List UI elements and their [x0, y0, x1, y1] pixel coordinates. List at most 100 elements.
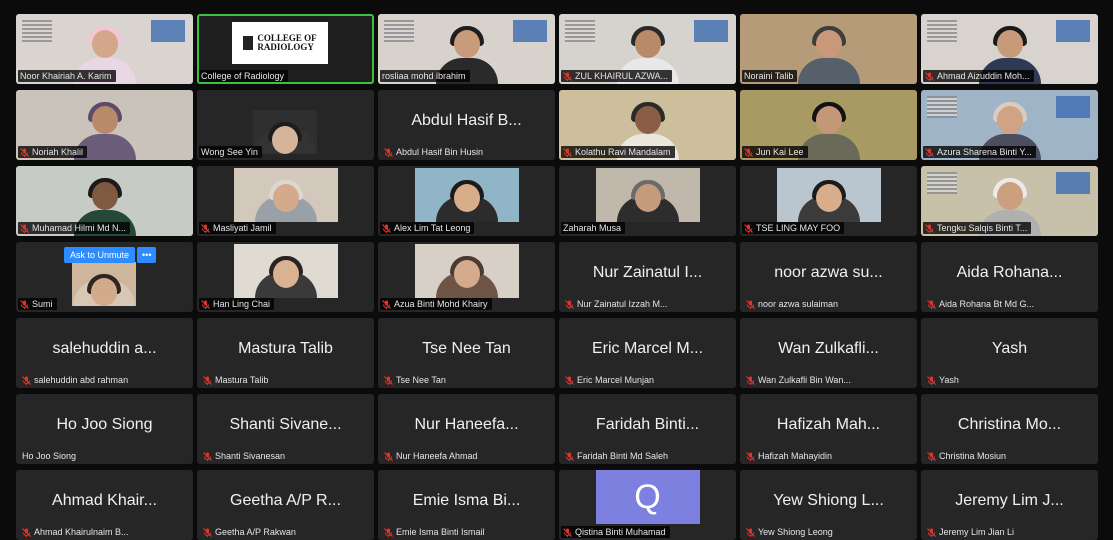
participant-display-name: Mastura Talib — [238, 340, 333, 357]
participant-name-label: ZUL KHAIRUL AZWA... — [561, 70, 673, 82]
participant-display-name: Emie Isma Bi... — [412, 492, 521, 509]
muted-mic-icon — [925, 147, 934, 157]
participant-name: Emie Isma Binti Ismail — [396, 527, 485, 537]
participant-tile-eric-marcel-munjan[interactable]: Eric Marcel M... Eric Marcel Munjan — [559, 318, 736, 388]
muted-mic-icon — [384, 147, 393, 157]
participant-name-label: Wan Zulkafli Bin Wan... — [744, 374, 855, 386]
participant-tile-muhamad-hilmi-md-n[interactable]: Muhamad Hilmi Md N... — [16, 166, 193, 236]
participant-name-label: Qistina Binti Muhamad — [561, 526, 670, 538]
participant-tile-zaharah-musa[interactable]: Zaharah Musa — [559, 166, 736, 236]
participant-name-label: Noor Khairiah A. Karim — [18, 70, 116, 82]
participant-name-label: Eric Marcel Munjan — [563, 374, 658, 386]
participant-display-name: Jeremy Lim J... — [955, 492, 1064, 509]
participant-name-label: Hafizah Mahayidin — [744, 450, 836, 462]
participant-tile-azua-binti-mohd-khairy[interactable]: Azua Binti Mohd Khairy — [378, 242, 555, 312]
participant-tile-han-ling-chai[interactable]: Han Ling Chai — [197, 242, 374, 312]
more-options-button[interactable]: ••• — [137, 247, 157, 263]
participant-tile-aida-rohana-bt-md-g[interactable]: Aida Rohana... Aida Rohana Bt Md G... — [921, 242, 1098, 312]
muted-mic-icon — [927, 299, 936, 309]
participant-name: Qistina Binti Muhamad — [575, 527, 666, 537]
participant-name-label: Azura Sharena Binti Y... — [923, 146, 1036, 158]
participant-tile-azura-sharena-binti-y[interactable]: Azura Sharena Binti Y... — [921, 90, 1098, 160]
participant-tile-noor-khairiah-a-karim[interactable]: Noor Khairiah A. Karim — [16, 14, 193, 84]
participant-tile-wong-see-yin[interactable]: Wong See Yin — [197, 90, 374, 160]
participant-tile-masliyati-jamil[interactable]: Masliyati Jamil — [197, 166, 374, 236]
participant-tile-shanti-sivanesan[interactable]: Shanti Sivane... Shanti Sivanesan — [197, 394, 374, 464]
crest-icon — [243, 36, 254, 50]
participant-tile-faridah-binti-md-saleh[interactable]: Faridah Binti... Faridah Binti Md Saleh — [559, 394, 736, 464]
muted-mic-icon — [22, 527, 31, 537]
participant-tile-jun-kai-lee[interactable]: Jun Kai Lee — [740, 90, 917, 160]
participant-tile-nur-haneefa-ahmad[interactable]: Nur Haneefa... Nur Haneefa Ahmad — [378, 394, 555, 464]
muted-mic-icon — [744, 223, 753, 233]
participant-tile-jeremy-lim-jian-li[interactable]: Jeremy Lim J... Jeremy Lim Jian Li — [921, 470, 1098, 540]
participant-tile-zul-khairul-azwa[interactable]: ZUL KHAIRUL AZWA... — [559, 14, 736, 84]
muted-mic-icon — [203, 375, 212, 385]
participant-tile-mastura-talib[interactable]: Mastura Talib Mastura Talib — [197, 318, 374, 388]
participant-name-label: TSE LING MAY FOO — [742, 222, 845, 234]
muted-mic-icon — [22, 375, 31, 385]
participant-name: Kolathu Ravi Mandalam — [575, 147, 671, 157]
participant-tile-ho-joo-siong[interactable]: Ho Joo Siong Ho Joo Siong — [16, 394, 193, 464]
participant-display-name: Geetha A/P R... — [230, 492, 341, 509]
participant-tile-college-of-radiology[interactable]: COLLEGE OF RADIOLOGY College of Radiology — [197, 14, 374, 84]
participant-tile-noor-azwa-sulaiman[interactable]: noor azwa su... noor azwa sulaiman — [740, 242, 917, 312]
participant-tile-tengku-salqis-binti-t[interactable]: Tengku Salqis Binti T... — [921, 166, 1098, 236]
participant-tile-tse-ling-may-foo[interactable]: TSE LING MAY FOO — [740, 166, 917, 236]
participant-tile-abdul-hasif-bin-husin[interactable]: Abdul Hasif B... Abdul Hasif Bin Husin — [378, 90, 555, 160]
participant-name: Yew Shiong Leong — [758, 527, 833, 537]
participant-tile-alex-lim-tat-leong[interactable]: Alex Lim Tat Leong — [378, 166, 555, 236]
event-banner-graphic — [927, 172, 957, 194]
participant-tile-hafizah-mahayidin[interactable]: Hafizah Mah... Hafizah Mahayidin — [740, 394, 917, 464]
participant-tile-qistina-binti-muhamad[interactable]: Q Qistina Binti Muhamad — [559, 470, 736, 540]
participant-video — [233, 168, 338, 222]
participant-tile-sumi[interactable]: Ask to Unmute ••• Sumi — [16, 242, 193, 312]
participant-tile-ahmad-khairulnaim-b[interactable]: Ahmad Khair... Ahmad Khairulnaim B... — [16, 470, 193, 540]
participant-tile-salehuddin-abd-rahman[interactable]: salehuddin a... salehuddin abd rahman — [16, 318, 193, 388]
participant-video — [595, 168, 700, 222]
event-banner-graphic — [1056, 172, 1090, 194]
muted-mic-icon — [746, 527, 755, 537]
participant-tile-geetha-a-p-rakwan[interactable]: Geetha A/P R... Geetha A/P Rakwan — [197, 470, 374, 540]
event-banner-graphic — [694, 20, 728, 42]
muted-mic-icon — [384, 375, 393, 385]
muted-mic-icon — [203, 527, 212, 537]
participant-tile-yew-shiong-leong[interactable]: Yew Shiong L... Yew Shiong Leong — [740, 470, 917, 540]
participant-display-name: Ahmad Khair... — [52, 492, 157, 509]
participant-name: rosliaa mohd ibrahim — [382, 71, 466, 81]
participant-video — [253, 110, 317, 154]
participant-name-label: Han Ling Chai — [199, 298, 275, 310]
participant-name-label: Faridah Binti Md Saleh — [563, 450, 672, 462]
participant-tile-rosliaa-mohd-ibrahim[interactable]: rosliaa mohd ibrahim — [378, 14, 555, 84]
participant-name-label: Tse Nee Tan — [382, 374, 450, 386]
participant-tile-kolathu-ravi-mandalam[interactable]: Kolathu Ravi Mandalam — [559, 90, 736, 160]
participant-tile-noraini-talib[interactable]: Noraini Talib — [740, 14, 917, 84]
participant-name: Tse Nee Tan — [396, 375, 446, 385]
participant-name-label: Geetha A/P Rakwan — [201, 526, 300, 538]
college-of-radiology-logo: COLLEGE OF RADIOLOGY — [232, 22, 328, 64]
participant-name-label: Emie Isma Binti Ismail — [382, 526, 489, 538]
muted-mic-icon — [382, 223, 391, 233]
participant-tile-tse-nee-tan[interactable]: Tse Nee Tan Tse Nee Tan — [378, 318, 555, 388]
ask-to-unmute-button[interactable]: Ask to Unmute — [64, 247, 136, 263]
participant-name-label: Alex Lim Tat Leong — [380, 222, 475, 234]
participant-name: Hafizah Mahayidin — [758, 451, 833, 461]
participant-name: Christina Mosiun — [939, 451, 1007, 461]
participant-tile-yash[interactable]: Yash Yash — [921, 318, 1098, 388]
participant-display-name: salehuddin a... — [52, 340, 157, 357]
avatar: Q — [595, 470, 700, 524]
logo-text-line: RADIOLOGY — [257, 42, 314, 52]
participant-tile-christina-mosiun[interactable]: Christina Mo... Christina Mosiun — [921, 394, 1098, 464]
participant-tile-ahmad-aizuddin-moh[interactable]: Ahmad Aizuddin Moh... — [921, 14, 1098, 84]
participant-name: Tengku Salqis Binti T... — [937, 223, 1028, 233]
participant-tile-nur-zainatul-izzah-m[interactable]: Nur Zainatul I... Nur Zainatul Izzah M... — [559, 242, 736, 312]
participant-name-label: Yew Shiong Leong — [744, 526, 837, 538]
participant-tile-emie-isma-binti-ismail[interactable]: Emie Isma Bi... Emie Isma Binti Ismail — [378, 470, 555, 540]
participant-tile-wan-zulkafli-bin-wan[interactable]: Wan Zulkafli... Wan Zulkafli Bin Wan... — [740, 318, 917, 388]
muted-mic-icon — [201, 299, 210, 309]
event-banner-graphic — [565, 20, 595, 42]
participant-tile-noriah-khalil[interactable]: Noriah Khalil — [16, 90, 193, 160]
participant-display-name: Faridah Binti... — [595, 416, 700, 433]
muted-mic-icon — [565, 299, 574, 309]
event-banner-graphic — [513, 20, 547, 42]
